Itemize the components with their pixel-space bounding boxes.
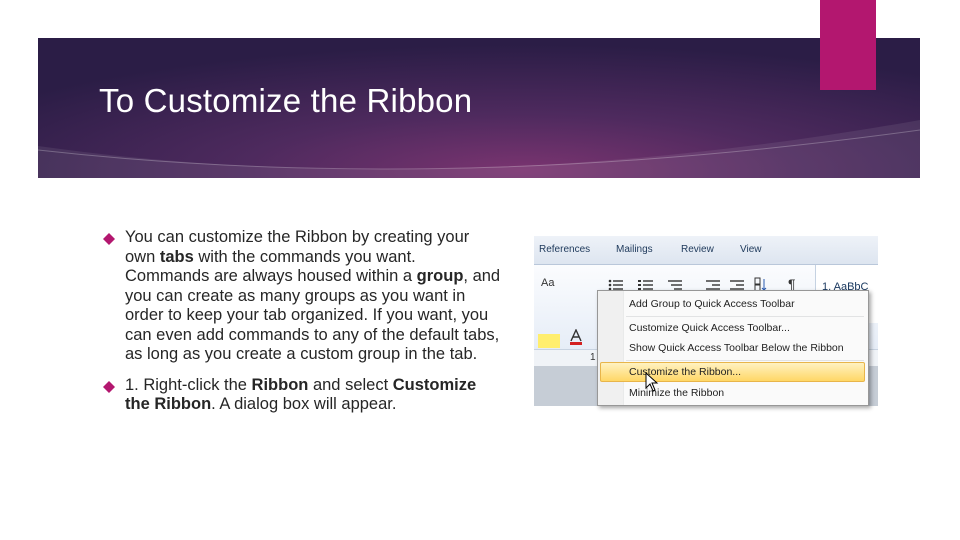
menu-item-add-group[interactable]: Add Group to Quick Access Toolbar bbox=[629, 298, 795, 310]
context-menu: Add Group to Quick Access Toolbar Custom… bbox=[597, 290, 869, 406]
bullet-list: You can customize the Ribbon by creating… bbox=[103, 228, 503, 423]
menu-item-minimize-ribbon[interactable]: Minimize the Ribbon bbox=[629, 387, 724, 399]
accent-bar bbox=[820, 0, 876, 90]
font-color-icon[interactable] bbox=[570, 329, 582, 345]
menu-separator bbox=[626, 316, 864, 317]
tab-view[interactable]: View bbox=[740, 244, 762, 255]
tab-mailings[interactable]: Mailings bbox=[616, 244, 653, 255]
diamond-bullet-icon bbox=[103, 380, 115, 393]
bullet-bold: group bbox=[416, 267, 464, 285]
bullet-text: 1. Right-click the bbox=[125, 375, 252, 394]
bullet-text: and select bbox=[308, 375, 393, 394]
ribbon-tab-row: References Mailings Review View bbox=[534, 236, 878, 265]
tab-review[interactable]: Review bbox=[681, 244, 714, 255]
menu-gutter bbox=[598, 291, 624, 405]
menu-item-customize-qat[interactable]: Customize Quick Access Toolbar... bbox=[629, 322, 790, 334]
menu-separator bbox=[626, 360, 864, 361]
bullet-text: . A dialog box will appear. bbox=[211, 395, 397, 413]
change-case-icon[interactable]: Aa bbox=[541, 277, 554, 289]
diamond-bullet-icon bbox=[103, 233, 115, 245]
menu-item-show-qat-below[interactable]: Show Quick Access Toolbar Below the Ribb… bbox=[629, 342, 844, 354]
bullet-item: 1. Right-click the Ribbon and select Cus… bbox=[103, 376, 503, 415]
slide-title: To Customize the Ribbon bbox=[99, 82, 473, 119]
bullet-bold: Ribbon bbox=[251, 375, 309, 394]
ruler-mark: 1 bbox=[590, 352, 596, 363]
text-highlight-icon[interactable] bbox=[538, 334, 560, 348]
mouse-pointer-icon bbox=[645, 372, 659, 392]
bullet-bold: tabs bbox=[159, 247, 194, 266]
bullet-item: You can customize the Ribbon by creating… bbox=[103, 228, 503, 365]
tab-references[interactable]: References bbox=[539, 244, 590, 255]
